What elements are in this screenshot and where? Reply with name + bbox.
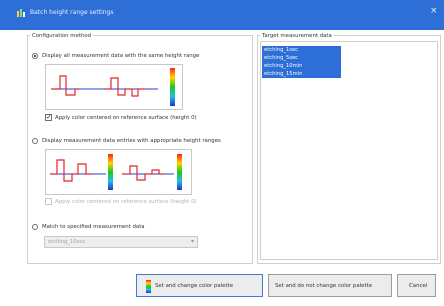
measurement-data-select-value: etching_10sec [48, 239, 86, 245]
radio-appropriate-height-ranges[interactable] [32, 138, 38, 144]
title-bar[interactable]: Batch height range settings × [0, 0, 444, 30]
app-icon [17, 9, 25, 17]
apply-color-centered-checkbox-2[interactable] [45, 198, 52, 205]
configuration-method-title: Configuration method [30, 33, 94, 39]
dialog-window: Batch height range settings × Configurat… [0, 0, 444, 306]
profile-line-2 [104, 77, 145, 97]
set-no-change-palette-label: Set and do not change color palette [275, 283, 373, 289]
profile-line-right [122, 165, 164, 181]
check-icon: ✓ [46, 113, 52, 121]
measurement-data-select[interactable]: etching_10sec ▾ [44, 236, 198, 248]
window-title: Batch height range settings [30, 9, 114, 16]
palette-icon [146, 280, 151, 293]
target-measurement-list[interactable]: etching_1sec etching_5sec etching_10min … [260, 41, 438, 260]
cancel-button[interactable]: Cancel [397, 274, 436, 297]
apply-color-centered-label-2: Apply color centered on reference surfac… [55, 199, 197, 205]
chevron-down-icon: ▾ [190, 238, 194, 245]
preview-graphs [50, 154, 182, 190]
preview-same-height-range [45, 64, 183, 110]
set-no-change-palette-button[interactable]: Set and do not change color palette [268, 274, 392, 297]
apply-color-centered-checkbox-1[interactable]: ✓ [45, 113, 52, 121]
list-item[interactable]: etching_5sec [262, 54, 341, 62]
option-same-height-range-label[interactable]: Display all measurement data with the sa… [42, 53, 199, 59]
option-appropriate-height-ranges-label[interactable]: Display measurement data entries with ap… [42, 138, 221, 144]
color-scale-bar [170, 68, 175, 106]
target-measurement-data-title: Target measurement data [260, 33, 334, 39]
color-scale-bar-right [177, 154, 182, 190]
list-item[interactable]: etching_15min [262, 70, 341, 78]
radio-same-height-range[interactable] [32, 53, 38, 59]
list-item[interactable]: etching_1sec [262, 46, 341, 54]
list-item[interactable]: etching_10min [262, 62, 341, 70]
apply-color-centered-label-1[interactable]: Apply color centered on reference surfac… [55, 115, 197, 121]
profile-line-1 [51, 75, 79, 96]
set-and-change-palette-button[interactable]: Set and change color palette [136, 274, 263, 297]
preview-graph [51, 68, 175, 106]
option-match-specified-data-label[interactable]: Match to specified measurement data [42, 224, 145, 230]
set-and-change-palette-label: Set and change color palette [155, 283, 234, 289]
color-scale-bar-left [108, 154, 113, 190]
cancel-label: Cancel [409, 283, 428, 289]
preview-appropriate-height-ranges [45, 149, 192, 195]
profile-line-left [50, 159, 92, 182]
radio-match-specified-data[interactable] [32, 224, 38, 230]
close-icon[interactable]: × [430, 6, 438, 16]
